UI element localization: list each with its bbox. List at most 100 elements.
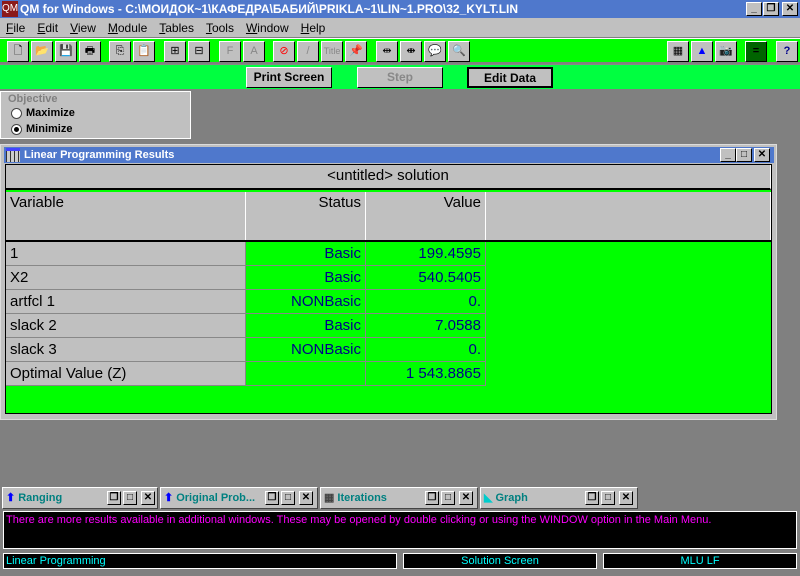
results-table: <untitled> solution Variable Status Valu… bbox=[5, 164, 772, 414]
maximize-icon[interactable]: □ bbox=[281, 491, 295, 505]
maximize-icon[interactable]: □ bbox=[601, 491, 615, 505]
cell-value[interactable]: 1 543.8865 bbox=[366, 362, 486, 386]
maximize-radio[interactable]: Maximize bbox=[11, 107, 75, 119]
open-folder-icon[interactable]: 📂 bbox=[31, 41, 53, 62]
format-icon[interactable]: F bbox=[219, 41, 241, 62]
color-icon[interactable]: / bbox=[297, 41, 319, 62]
menu-module[interactable]: Module bbox=[102, 21, 153, 35]
window-tab-ranging[interactable]: ⬆ Ranging ❐ □ ✕ bbox=[2, 487, 158, 509]
column-width-icon[interactable]: ⇹ bbox=[376, 41, 398, 62]
window-tab-graph[interactable]: ◣ Graph ❐ □ ✕ bbox=[480, 487, 638, 509]
print-screen-button[interactable]: Print Screen bbox=[246, 67, 332, 88]
results-minimize-button[interactable]: _ bbox=[720, 148, 736, 162]
maximize-icon[interactable]: □ bbox=[123, 491, 137, 505]
window-tab-original-problem[interactable]: ⬆ Original Prob... ❐ □ ✕ bbox=[160, 487, 318, 509]
restore-icon[interactable]: ❐ bbox=[585, 491, 599, 505]
comment-icon[interactable]: 💬 bbox=[424, 41, 446, 62]
cell-value[interactable]: 7.0588 bbox=[366, 314, 486, 338]
menu-view[interactable]: View bbox=[64, 21, 102, 35]
close-icon[interactable]: ✕ bbox=[459, 491, 473, 505]
close-icon[interactable]: ✕ bbox=[141, 491, 155, 505]
restore-icon[interactable]: ❐ bbox=[107, 491, 121, 505]
radio-circle[interactable] bbox=[11, 107, 22, 119]
cell-variable[interactable]: slack 3 bbox=[6, 338, 246, 362]
table-icon: ▦ bbox=[324, 492, 335, 504]
edit-data-button[interactable]: Edit Data bbox=[467, 67, 553, 88]
restore-icon[interactable]: ❐ bbox=[425, 491, 439, 505]
cell-variable[interactable]: 1 bbox=[6, 242, 246, 266]
insert-column-icon[interactable]: ⊟ bbox=[188, 41, 210, 62]
menu-file[interactable]: File bbox=[0, 21, 31, 35]
menu-tables[interactable]: Tables bbox=[153, 21, 200, 35]
cell-variable[interactable]: Optimal Value (Z) bbox=[6, 362, 246, 386]
maximize-label: Maximize bbox=[26, 107, 75, 119]
restore-button[interactable]: ❐ bbox=[763, 2, 779, 16]
cell-status[interactable]: Basic bbox=[246, 314, 366, 338]
radio-circle-selected[interactable] bbox=[11, 123, 22, 135]
cell-value[interactable]: 0. bbox=[366, 290, 486, 314]
solution-title: <untitled> solution bbox=[6, 165, 771, 190]
table-icon bbox=[6, 148, 20, 162]
close-icon[interactable]: ✕ bbox=[619, 491, 633, 505]
menu-bar: File Edit View Module Tables Tools Windo… bbox=[0, 18, 800, 37]
restore-icon[interactable]: ❐ bbox=[265, 491, 279, 505]
minimize-radio[interactable]: Minimize bbox=[11, 123, 72, 135]
new-file-icon[interactable]: 🗋 bbox=[7, 41, 29, 62]
insert-row-icon[interactable]: ⊞ bbox=[164, 41, 186, 62]
cell-value[interactable]: 0. bbox=[366, 338, 486, 362]
tab-label: Graph bbox=[495, 492, 528, 504]
help-icon[interactable]: ? bbox=[776, 41, 798, 62]
cell-status[interactable]: NONBasic bbox=[246, 338, 366, 362]
results-title-bar: Linear Programming Results bbox=[4, 147, 774, 163]
font-size-icon[interactable]: A bbox=[243, 41, 265, 62]
step-button[interactable]: Step bbox=[357, 67, 443, 88]
results-close-button[interactable]: ✕ bbox=[754, 148, 770, 162]
maximize-icon[interactable]: □ bbox=[441, 491, 455, 505]
results-window: Linear Programming Results _ □ ✕ <untitl… bbox=[0, 144, 777, 420]
zero-off-icon[interactable]: ⊘ bbox=[273, 41, 295, 62]
app-icon[interactable]: QM bbox=[2, 1, 18, 17]
cell-value[interactable]: 199.4595 bbox=[366, 242, 486, 266]
cell-status[interactable]: Basic bbox=[246, 242, 366, 266]
graph-icon: ◣ bbox=[484, 492, 493, 504]
cell-status[interactable]: Basic bbox=[246, 266, 366, 290]
minimize-button[interactable]: _ bbox=[746, 2, 762, 16]
toolbar: 🗋 📂 💾 🖶 ⎘ 📋 ⊞ ⊟ F A ⊘ / Title 📌 ⇹ ⇼ 💬 🔍 … bbox=[0, 38, 800, 62]
column-split-icon[interactable]: ⇼ bbox=[400, 41, 422, 62]
close-button[interactable]: ✕ bbox=[782, 2, 798, 16]
window-tab-iterations[interactable]: ▦ Iterations ❐ □ ✕ bbox=[320, 487, 478, 509]
column-header-variable[interactable]: Variable bbox=[6, 192, 246, 240]
results-title: Linear Programming Results bbox=[24, 149, 175, 161]
status-module: Linear Programming bbox=[3, 553, 397, 569]
copy-icon[interactable]: ⎘ bbox=[109, 41, 131, 62]
action-bar: Print Screen Step Edit Data bbox=[0, 64, 800, 89]
cell-variable[interactable]: X2 bbox=[6, 266, 246, 290]
column-header-status[interactable]: Status bbox=[246, 192, 366, 240]
paste-icon[interactable]: 📋 bbox=[133, 41, 155, 62]
message-box: There are more results available in addi… bbox=[3, 511, 797, 549]
app-title-bar: QM for Windows - C:\МОИДОК~1\КАФЕДРА\БАБ… bbox=[0, 0, 800, 18]
cell-variable[interactable]: slack 2 bbox=[6, 314, 246, 338]
tab-label: Iterations bbox=[337, 492, 387, 504]
equals-icon[interactable]: = bbox=[745, 41, 767, 62]
title-icon[interactable]: Title bbox=[321, 41, 343, 62]
save-icon[interactable]: 💾 bbox=[55, 41, 77, 62]
print-icon[interactable]: 🖶 bbox=[79, 41, 101, 62]
column-header-value[interactable]: Value bbox=[366, 192, 486, 240]
minimize-label: Minimize bbox=[26, 123, 73, 135]
cell-value[interactable]: 540.5405 bbox=[366, 266, 486, 290]
menu-window[interactable]: Window bbox=[240, 21, 295, 35]
cell-variable[interactable]: artfcl 1 bbox=[6, 290, 246, 314]
close-icon[interactable]: ✕ bbox=[299, 491, 313, 505]
camera-icon[interactable]: 📷 bbox=[715, 41, 737, 62]
menu-help[interactable]: Help bbox=[295, 21, 332, 35]
normal-distribution-icon[interactable]: ▲ bbox=[691, 41, 713, 62]
menu-edit[interactable]: Edit bbox=[31, 21, 64, 35]
print-preview-icon[interactable]: 🔍 bbox=[448, 41, 470, 62]
pin-icon[interactable]: 📌 bbox=[345, 41, 367, 62]
calculator-icon[interactable]: ▦ bbox=[667, 41, 689, 62]
menu-tools[interactable]: Tools bbox=[200, 21, 240, 35]
results-maximize-button[interactable]: □ bbox=[736, 148, 752, 162]
cell-status[interactable] bbox=[246, 362, 366, 386]
cell-status[interactable]: NONBasic bbox=[246, 290, 366, 314]
